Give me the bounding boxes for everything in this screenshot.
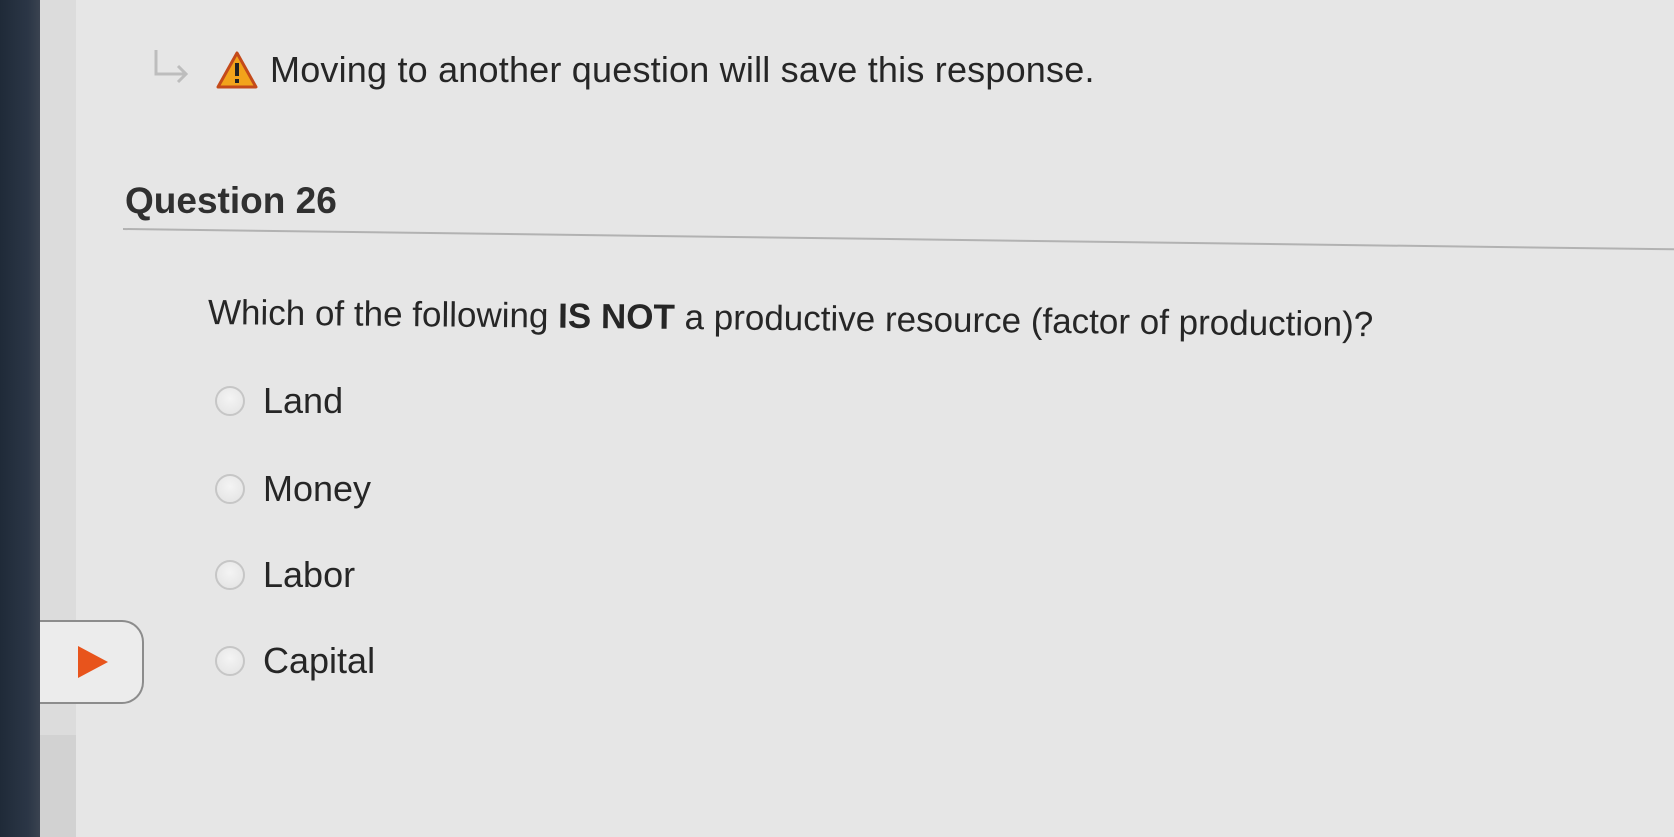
answer-option-labor[interactable]: Labor xyxy=(215,554,355,596)
answer-label: Land xyxy=(263,380,344,421)
prompt-text-after: a productive resource (factor of product… xyxy=(674,297,1374,345)
play-button[interactable] xyxy=(40,620,144,704)
answer-option-land[interactable]: Land xyxy=(215,380,343,422)
prompt-text-before: Which of the following xyxy=(207,293,559,336)
prompt-emphasis: IS NOT xyxy=(557,296,676,337)
warning-icon xyxy=(216,51,258,89)
page: Moving to another question will save thi… xyxy=(0,0,1674,837)
save-notice-text: Moving to another question will save thi… xyxy=(270,49,1095,90)
answer-label: Labor xyxy=(263,554,356,595)
radio-button[interactable] xyxy=(215,386,245,416)
answer-label: Capital xyxy=(263,640,376,681)
answer-option-money[interactable]: Money xyxy=(215,468,371,510)
radio-button[interactable] xyxy=(215,474,245,504)
radio-button[interactable] xyxy=(215,646,245,676)
question-title: Question 26 xyxy=(125,180,337,221)
answer-option-capital[interactable]: Capital xyxy=(215,640,375,682)
save-notice: Moving to another question will save thi… xyxy=(150,48,1095,92)
return-arrow-icon xyxy=(154,50,189,84)
side-panel xyxy=(40,0,77,837)
radio-button[interactable] xyxy=(215,560,245,590)
answer-label: Money xyxy=(263,468,372,509)
play-icon xyxy=(78,646,108,678)
screen-bezel xyxy=(0,0,40,837)
